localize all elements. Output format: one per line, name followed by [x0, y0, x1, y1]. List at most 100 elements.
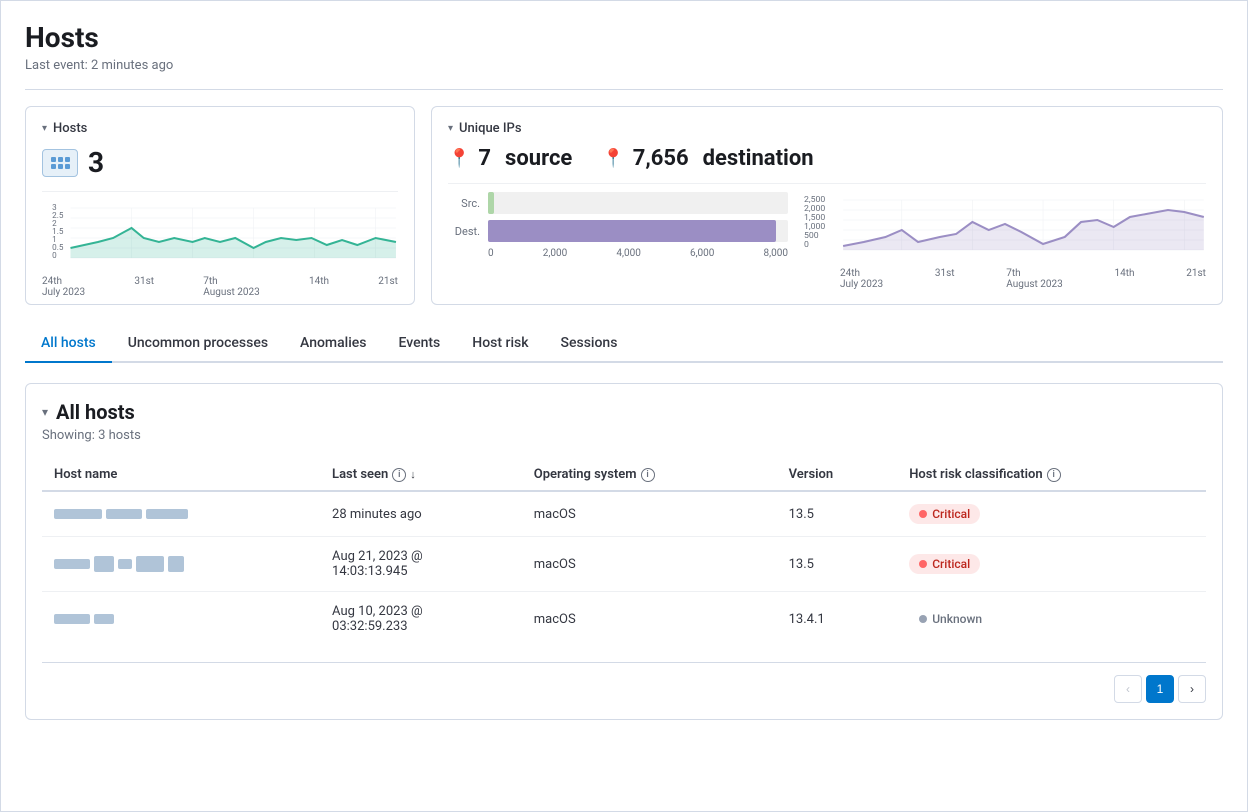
host-name-cell-3[interactable]	[42, 592, 320, 647]
col-last-seen: Last seen i ↓	[320, 459, 522, 491]
hostname-bar	[54, 509, 102, 519]
risk-cell-1: Critical	[897, 491, 1206, 537]
last-seen-info-icon: i	[392, 468, 406, 482]
stats-row: ▾ Hosts 3 3 2.5 2	[25, 106, 1223, 305]
dest-bar-row: Dest.	[448, 220, 788, 242]
dest-bar-fill	[488, 220, 776, 242]
src-bar-fill	[488, 192, 494, 214]
risk-badge-critical-1: Critical	[909, 504, 980, 524]
tab-all-hosts[interactable]: All hosts	[25, 325, 112, 363]
risk-cell-2: Critical	[897, 537, 1206, 592]
sort-icon[interactable]: ↓	[410, 468, 416, 481]
src-bar-row: Src.	[448, 192, 788, 214]
ips-card: ▾ Unique IPs 📍 7 source 📍 7,656 destinat…	[431, 106, 1223, 305]
host-name-cell-2[interactable]	[42, 537, 320, 592]
hostname-bar	[136, 556, 164, 572]
version-cell-1: 13.5	[777, 491, 898, 537]
hostname-bar	[168, 556, 184, 572]
risk-badge-label: Critical	[932, 557, 970, 571]
chevron-down-icon: ▾	[42, 123, 47, 134]
last-seen-cell-3: Aug 10, 2023 @03:32:59.233	[320, 592, 522, 647]
dest-bar-label: Dest.	[448, 225, 480, 238]
table-row: 28 minutes ago macOS 13.5 Critical	[42, 491, 1206, 537]
page-1-button[interactable]: 1	[1146, 675, 1174, 703]
risk-badge-dot	[919, 510, 927, 518]
ips-card-label: Unique IPs	[459, 121, 522, 136]
source-count: 7	[478, 146, 491, 171]
host-name-cell-1[interactable]	[42, 491, 320, 537]
col-os: Operating system i	[522, 459, 777, 491]
hosts-table: Host name Last seen i ↓ Operating system…	[42, 459, 1206, 646]
tab-sessions[interactable]: Sessions	[545, 325, 634, 363]
hostname-bars-3	[54, 614, 308, 624]
all-hosts-section: ▾ All hosts Showing: 3 hosts Host name L…	[25, 383, 1223, 720]
hostname-bar	[94, 556, 114, 572]
os-cell-3: macOS	[522, 592, 777, 647]
os-cell-2: macOS	[522, 537, 777, 592]
hosts-card: ▾ Hosts 3 3 2.5 2	[25, 106, 415, 305]
os-info-icon: i	[641, 468, 655, 482]
dest-label: destination	[703, 146, 814, 171]
risk-badge-dot	[919, 615, 927, 623]
svg-text:0: 0	[52, 251, 57, 260]
next-page-button[interactable]: ›	[1178, 675, 1206, 703]
tabs: All hosts Uncommon processes Anomalies E…	[25, 325, 1223, 363]
table-header-row: Host name Last seen i ↓ Operating system…	[42, 459, 1206, 491]
col-risk: Host risk classification i	[897, 459, 1206, 491]
hostname-bars-1	[54, 509, 308, 519]
dest-count: 7,656	[633, 146, 689, 171]
table-row: Aug 21, 2023 @14:03:13.945 macOS 13.5 Cr…	[42, 537, 1206, 592]
dest-bar-track	[488, 220, 788, 242]
tab-events[interactable]: Events	[383, 325, 457, 363]
hosts-chart-labels: 24thJuly 2023 31st 7thAugust 2023 14th 2…	[42, 276, 398, 298]
section-chevron-icon: ▾	[42, 405, 48, 419]
hosts-card-label: Hosts	[53, 121, 87, 136]
hosts-stat-number-row: 3	[42, 146, 398, 179]
section-title: All hosts	[56, 400, 135, 424]
ips-card-header: ▾ Unique IPs	[448, 121, 1206, 136]
dest-pin-icon: 📍	[602, 148, 624, 169]
ips-line-chart: 2,500 2,000 1,500 1,000 500 0	[804, 192, 1206, 290]
risk-badge-label: Unknown	[932, 612, 982, 626]
hosts-icon	[42, 149, 78, 177]
dest-stat: 📍 7,656 destination	[602, 146, 813, 171]
risk-cell-3: Unknown	[897, 592, 1206, 647]
last-seen-cell-2: Aug 21, 2023 @14:03:13.945	[320, 537, 522, 592]
hostname-bar	[106, 509, 142, 519]
hosts-count: 3	[88, 146, 104, 179]
prev-page-button[interactable]: ‹	[1114, 675, 1142, 703]
risk-info-icon: i	[1047, 468, 1061, 482]
hostname-bar	[94, 614, 114, 624]
tab-anomalies[interactable]: Anomalies	[284, 325, 382, 363]
header-divider	[25, 89, 1223, 90]
section-header: ▾ All hosts	[42, 400, 1206, 424]
tab-host-risk[interactable]: Host risk	[456, 325, 544, 363]
risk-badge-unknown: Unknown	[909, 609, 992, 629]
page-title: Hosts	[25, 21, 1223, 54]
risk-badge-dot	[919, 560, 927, 568]
version-cell-3: 13.4.1	[777, 592, 898, 647]
risk-badge-critical-2: Critical	[909, 554, 980, 574]
hosts-chart: 3 2.5 2 1.5 1 0.5 0	[42, 200, 398, 290]
hostname-bar	[118, 559, 132, 569]
src-bar-track	[488, 192, 788, 214]
hostname-bar	[146, 509, 188, 519]
col-host-name: Host name	[42, 459, 320, 491]
ips-chart-labels: 24thJuly 2023 31st 7thAugust 2023 14th 2…	[804, 268, 1206, 290]
chevron-down-icon-2: ▾	[448, 123, 453, 134]
source-label: source	[505, 146, 572, 171]
source-pin-icon: 📍	[448, 148, 470, 169]
bar-axis: 0 2,000 4,000 6,000 8,000	[448, 248, 788, 259]
tab-uncommon-processes[interactable]: Uncommon processes	[112, 325, 284, 363]
hostname-bars-2	[54, 556, 308, 572]
os-cell-1: macOS	[522, 491, 777, 537]
col-version: Version	[777, 459, 898, 491]
hosts-card-header: ▾ Hosts	[42, 121, 398, 136]
hostname-bar	[54, 559, 90, 569]
ips-bar-chart: Src. Dest. 0 2,000 4,000	[448, 192, 788, 290]
risk-badge-label: Critical	[932, 507, 970, 521]
last-seen-cell-1: 28 minutes ago	[320, 491, 522, 537]
hostname-bar	[54, 614, 90, 624]
version-cell-2: 13.5	[777, 537, 898, 592]
ips-stats: 📍 7 source 📍 7,656 destination	[448, 146, 1206, 171]
